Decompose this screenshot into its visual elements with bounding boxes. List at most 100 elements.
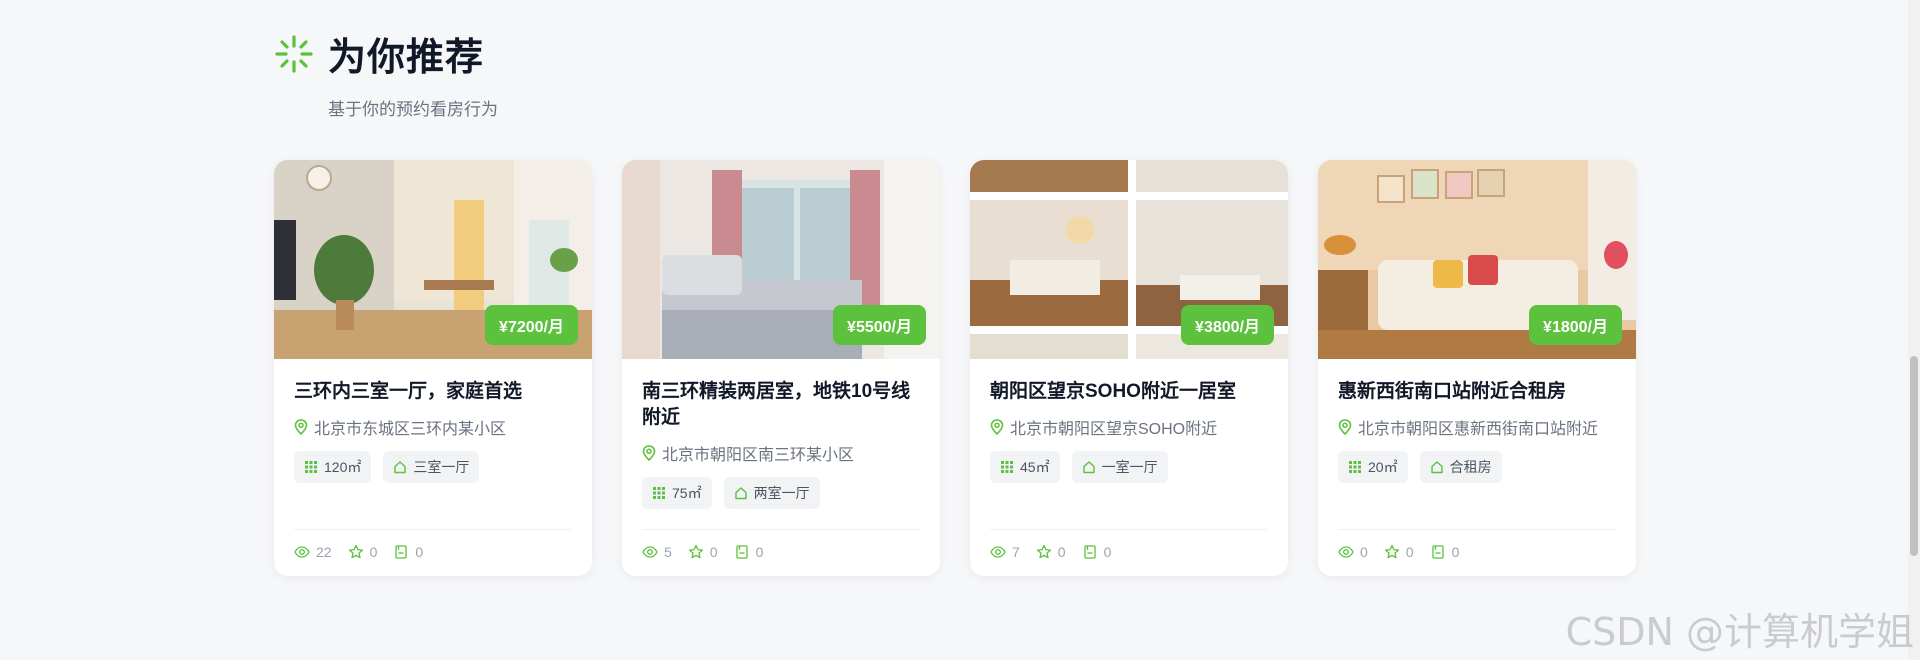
- bookings-count: 0: [1103, 544, 1112, 560]
- views-count: 22: [316, 544, 332, 560]
- listing-photo[interactable]: ¥3800/月: [970, 160, 1288, 359]
- layout-tag: 三室一厅: [383, 451, 480, 483]
- card-footer: 5 0 0: [642, 529, 920, 560]
- layout-tag: 两室一厅: [723, 477, 820, 509]
- area-tag: 75㎡: [642, 477, 712, 509]
- booking-icon: [1083, 545, 1096, 559]
- grid-icon: [305, 461, 317, 473]
- views-stat: 5: [642, 544, 672, 560]
- favorites-count: 0: [369, 544, 378, 560]
- location-pin-icon: [990, 419, 1004, 436]
- listing-card[interactable]: ¥5500/月 南三环精装两居室，地铁10号线附近 北京市朝阳区南三环某小区 7…: [622, 160, 940, 576]
- listing-card[interactable]: ¥1800/月 惠新西街南口站附近合租房 北京市朝阳区惠新西街南口站附近 20㎡…: [1318, 160, 1636, 576]
- favorites-count: 0: [709, 544, 718, 560]
- scrollbar-thumb[interactable]: [1910, 356, 1918, 556]
- listing-photo[interactable]: ¥5500/月: [622, 160, 940, 359]
- layout-text: 三室一厅: [413, 459, 470, 475]
- price-badge: ¥1800/月: [1529, 305, 1622, 345]
- price-badge: ¥3800/月: [1181, 305, 1274, 345]
- area-text: 45㎡: [1020, 459, 1050, 475]
- eye-icon: [1338, 546, 1354, 558]
- favorites-count: 0: [1057, 544, 1066, 560]
- price-badge: ¥5500/月: [833, 305, 926, 345]
- views-count: 5: [664, 544, 672, 560]
- favorites-stat: 0: [348, 544, 378, 560]
- favorites-stat: 0: [688, 544, 718, 560]
- location-pin-icon: [294, 419, 308, 436]
- area-tag: 20㎡: [1338, 451, 1408, 483]
- grid-icon: [653, 487, 665, 499]
- address-text: 北京市朝阳区南三环某小区: [662, 447, 855, 464]
- bookings-count: 0: [1451, 544, 1460, 560]
- bookings-stat: 0: [734, 544, 764, 560]
- address-text: 北京市朝阳区望京SOHO附近: [1010, 421, 1218, 438]
- card-footer: 22 0 0: [294, 529, 572, 560]
- area-tag: 45㎡: [990, 451, 1060, 483]
- recommend-section-header: 为你推荐 基于你的预约看房行为: [274, 26, 498, 120]
- listing-title[interactable]: 朝阳区望京SOHO附近一居室: [990, 379, 1268, 405]
- home-icon: [1430, 461, 1443, 474]
- area-text: 120㎡: [324, 459, 362, 475]
- listing-address: 北京市朝阳区惠新西街南口站附近: [1338, 415, 1616, 439]
- listing-photo[interactable]: ¥7200/月: [274, 160, 592, 359]
- listing-title[interactable]: 惠新西街南口站附近合租房: [1338, 379, 1616, 405]
- grid-icon: [1001, 461, 1013, 473]
- layout-tag: 一室一厅: [1071, 451, 1168, 483]
- area-tag: 120㎡: [294, 451, 372, 483]
- listing-title[interactable]: 三环内三室一厅，家庭首选: [294, 379, 572, 405]
- views-count: 0: [1360, 544, 1368, 560]
- star-icon: [688, 544, 703, 559]
- views-stat: 7: [990, 544, 1020, 560]
- watermark: CSDN @计算机学姐: [1565, 610, 1914, 654]
- favorites-count: 0: [1405, 544, 1414, 560]
- area-text: 75㎡: [672, 485, 702, 501]
- eye-icon: [642, 546, 658, 558]
- favorites-stat: 0: [1036, 544, 1066, 560]
- listing-photo[interactable]: ¥1800/月: [1318, 160, 1636, 359]
- listing-address: 北京市朝阳区望京SOHO附近: [990, 415, 1268, 439]
- listing-address: 北京市东城区三环内某小区: [294, 415, 572, 439]
- address-text: 北京市朝阳区惠新西街南口站附近: [1358, 421, 1599, 438]
- listing-tags: 45㎡ 一室一厅: [990, 451, 1268, 483]
- bookings-stat: 0: [393, 544, 423, 560]
- home-icon: [1082, 461, 1095, 474]
- views-stat: 0: [1338, 544, 1368, 560]
- home-icon: [394, 461, 407, 474]
- home-icon: [734, 487, 747, 500]
- sparkle-icon: [274, 34, 314, 74]
- listing-tags: 120㎡ 三室一厅: [294, 451, 572, 483]
- card-footer: 7 0 0: [990, 529, 1268, 560]
- eye-icon: [990, 546, 1006, 558]
- eye-icon: [294, 546, 310, 558]
- favorites-stat: 0: [1384, 544, 1414, 560]
- listing-title[interactable]: 南三环精装两居室，地铁10号线附近: [642, 379, 920, 431]
- views-count: 7: [1012, 544, 1020, 560]
- layout-text: 两室一厅: [753, 485, 810, 501]
- bookings-count: 0: [755, 544, 764, 560]
- booking-icon: [1431, 545, 1444, 559]
- star-icon: [1036, 544, 1051, 559]
- card-footer: 0 0 0: [1338, 529, 1616, 560]
- section-subtitle: 基于你的预约看房行为: [328, 100, 498, 119]
- location-pin-icon: [642, 445, 656, 462]
- layout-tag: 合租房: [1419, 451, 1502, 483]
- vertical-scrollbar[interactable]: [1908, 0, 1920, 660]
- title-row: 为你推荐: [274, 26, 498, 81]
- layout-text: 一室一厅: [1101, 459, 1158, 475]
- listing-tags: 20㎡ 合租房: [1338, 451, 1616, 483]
- price-badge: ¥7200/月: [485, 305, 578, 345]
- listing-address: 北京市朝阳区南三环某小区: [642, 441, 920, 465]
- area-text: 20㎡: [1368, 459, 1398, 475]
- listing-tags: 75㎡ 两室一厅: [642, 477, 920, 509]
- listing-card[interactable]: ¥3800/月 朝阳区望京SOHO附近一居室 北京市朝阳区望京SOHO附近 45…: [970, 160, 1288, 576]
- star-icon: [348, 544, 363, 559]
- listing-card[interactable]: ¥7200/月 三环内三室一厅，家庭首选 北京市东城区三环内某小区 120㎡ 三…: [274, 160, 592, 576]
- bookings-stat: 0: [1082, 544, 1112, 560]
- star-icon: [1384, 544, 1399, 559]
- recommend-card-list: ¥7200/月 三环内三室一厅，家庭首选 北京市东城区三环内某小区 120㎡ 三…: [274, 160, 1636, 576]
- bookings-count: 0: [415, 544, 424, 560]
- booking-icon: [395, 545, 408, 559]
- location-pin-icon: [1338, 419, 1352, 436]
- address-text: 北京市东城区三环内某小区: [314, 421, 507, 438]
- bookings-stat: 0: [1430, 544, 1460, 560]
